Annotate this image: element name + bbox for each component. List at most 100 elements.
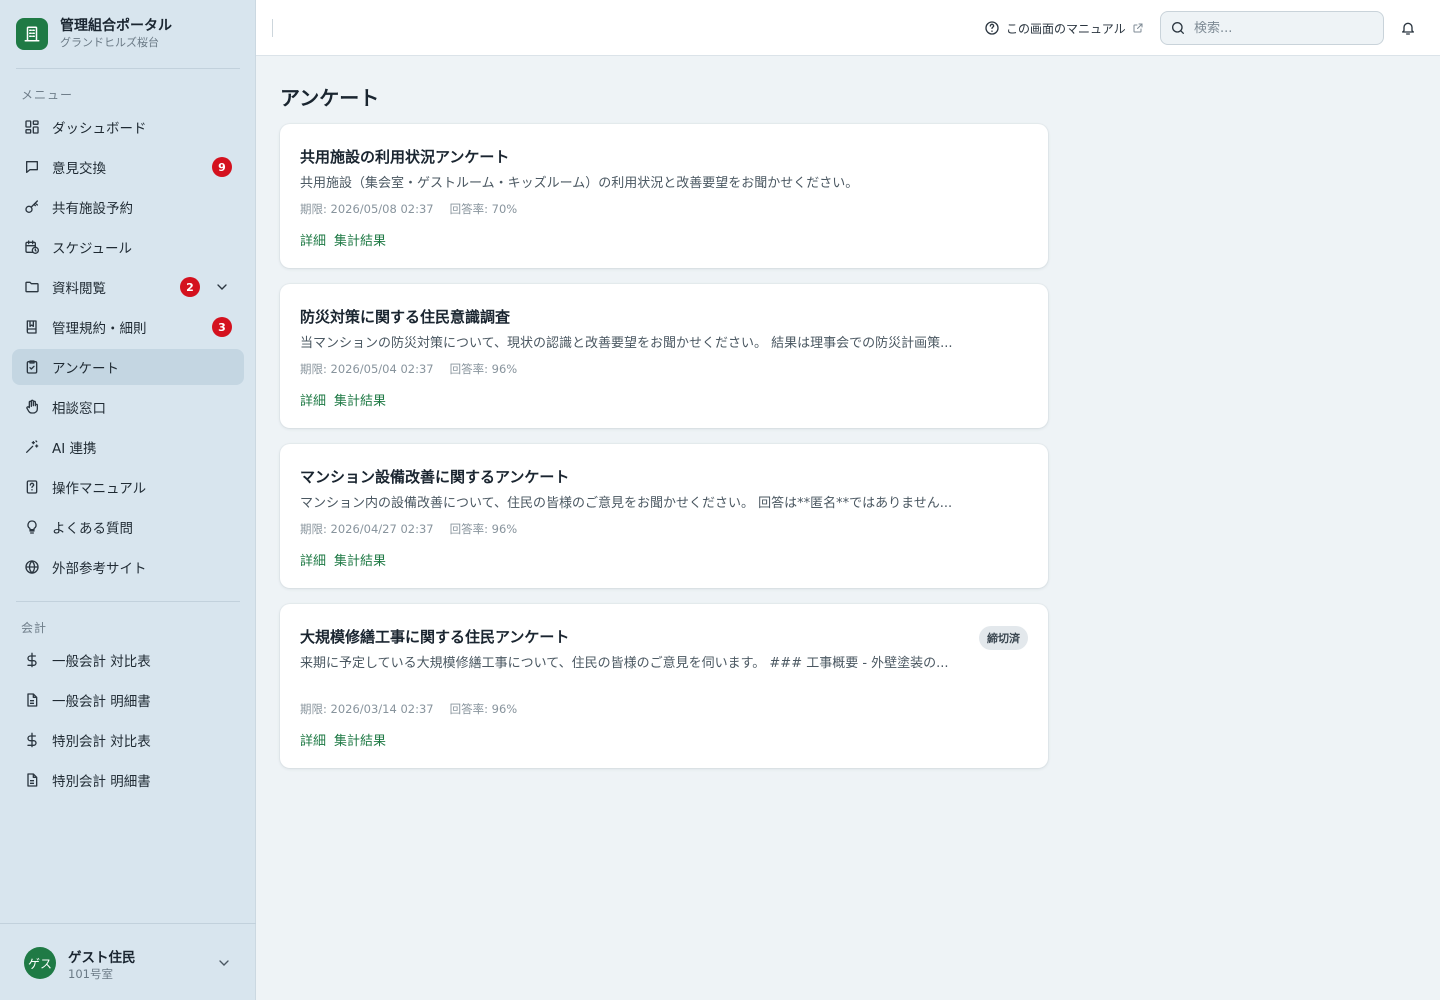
user-menu[interactable]: ゲス ゲスト住民 101号室 — [0, 923, 256, 1000]
building-logo-icon — [16, 18, 48, 50]
brand[interactable]: 管理組合ポータル グランドヒルズ桜台 — [16, 17, 172, 51]
survey-actions: 詳細 集計結果 — [300, 730, 394, 749]
sidebar-item-label: 外部参考サイト — [52, 561, 147, 577]
results-link[interactable]: 集計結果 — [334, 734, 386, 749]
document-icon — [24, 692, 40, 708]
sidebar-item-label: 相談窓口 — [52, 401, 106, 417]
unread-badge: 2 — [180, 277, 200, 297]
survey-deadline: 期限: 2026/05/08 02:37 — [300, 202, 434, 216]
divider — [16, 601, 240, 602]
sidebar-item-label: よくある質問 — [52, 521, 133, 537]
status-badge: 締切済 — [979, 626, 1028, 650]
detail-link[interactable]: 詳細 — [300, 234, 326, 249]
sidebar-item-label: 管理規約・細則 — [52, 321, 147, 337]
sparkle-icon — [24, 439, 40, 455]
results-link[interactable]: 集計結果 — [334, 234, 386, 249]
sidebar-item-general-comparison[interactable]: 一般会計 対比表 — [12, 642, 244, 678]
screen-manual-link[interactable]: この画面のマニュアル — [984, 18, 1144, 38]
survey-meta: 期限: 2026/05/04 02:37 回答率: 96% — [300, 361, 517, 377]
sidebar-item-dashboard[interactable]: ダッシュボード — [12, 109, 244, 145]
sidebar-item-label: ダッシュボード — [52, 121, 147, 137]
detail-link[interactable]: 詳細 — [300, 394, 326, 409]
survey-actions: 詳細 集計結果 — [300, 550, 394, 569]
survey-card: マンション設備改善に関するアンケート マンション内の設備改善について、住民の皆様… — [280, 444, 1048, 588]
unread-badge: 3 — [212, 317, 232, 337]
survey-description: 共用施設（集会室・ゲストルーム・キッズルーム）の利用状況と改善要望をお聞かせくだ… — [300, 176, 859, 191]
sidebar-item-surveys[interactable]: アンケート — [12, 349, 244, 385]
sidebar-item-schedule[interactable]: スケジュール — [12, 229, 244, 265]
book-icon — [24, 319, 40, 335]
survey-title: 共用施設の利用状況アンケート — [300, 148, 510, 166]
sidebar-item-label: 特別会計 対比表 — [52, 734, 151, 750]
survey-card: 防災対策に関する住民意識調査 当マンションの防災対策について、現状の認識と改善要… — [280, 284, 1048, 428]
screen-manual-label: この画面のマニュアル — [1006, 21, 1126, 36]
survey-meta: 期限: 2026/04/27 02:37 回答率: 96% — [300, 521, 517, 537]
survey-meta: 期限: 2026/05/08 02:37 回答率: 70% — [300, 201, 517, 217]
survey-card: 共用施設の利用状況アンケート 共用施設（集会室・ゲストルーム・キッズルーム）の利… — [280, 124, 1048, 268]
sidebar-item-label: 共有施設予約 — [52, 201, 133, 217]
survey-response-rate: 回答率: 96% — [449, 362, 518, 376]
detail-link[interactable]: 詳細 — [300, 554, 326, 569]
sidebar-item-manual[interactable]: 操作マニュアル — [12, 469, 244, 505]
sidebar-item-label: 意見交換 — [52, 161, 106, 177]
clipboard-icon — [24, 359, 40, 375]
survey-description: 来期に予定している大規模修繕工事について、住民の皆様のご意見を伺います。 ###… — [300, 656, 949, 671]
sidebar-item-consultation[interactable]: 相談窓口 — [12, 389, 244, 425]
sidebar-item-opinions[interactable]: 意見交換 9 — [12, 149, 244, 185]
survey-description: マンション内の設備改善について、住民の皆様のご意見をお聞かせください。 回答は*… — [300, 496, 953, 511]
sidebar-item-label: AI 連携 — [52, 441, 97, 457]
sidebar-item-bylaws[interactable]: 管理規約・細則 3 — [12, 309, 244, 345]
sidebar-item-label: 一般会計 対比表 — [52, 654, 151, 670]
chat-icon — [24, 159, 40, 175]
survey-response-rate: 回答率: 96% — [449, 522, 518, 536]
sidebar-item-ai[interactable]: AI 連携 — [12, 429, 244, 465]
survey-deadline: 期限: 2026/03/14 02:37 — [300, 702, 434, 716]
sidebar-item-label: 一般会計 明細書 — [52, 694, 151, 710]
survey-card: 大規模修繕工事に関する住民アンケート 締切済 来期に予定している大規模修繕工事に… — [280, 604, 1048, 768]
survey-response-rate: 回答率: 96% — [449, 702, 518, 716]
sidebar-item-documents[interactable]: 資料閲覧 2 — [12, 269, 244, 305]
sidebar-item-special-comparison[interactable]: 特別会計 対比表 — [12, 722, 244, 758]
sidebar-item-faq[interactable]: よくある質問 — [12, 509, 244, 545]
key-icon — [24, 199, 40, 215]
sidebar-item-general-statement[interactable]: 一般会計 明細書 — [12, 682, 244, 718]
sidebar-item-label: スケジュール — [52, 241, 133, 257]
folder-icon — [24, 279, 40, 295]
sidebar-item-label: アンケート — [52, 361, 119, 377]
globe-icon — [24, 559, 40, 575]
dashboard-icon — [24, 119, 40, 135]
survey-response-rate: 回答率: 70% — [449, 202, 518, 216]
sidebar: 管理組合ポータル グランドヒルズ桜台 メニュー ダッシュボード 意見交換 9 共… — [0, 0, 256, 1000]
results-link[interactable]: 集計結果 — [334, 554, 386, 569]
hand-icon — [24, 399, 40, 415]
unread-badge: 9 — [212, 157, 232, 177]
app-title: 管理組合ポータル — [60, 18, 172, 34]
search-input[interactable] — [1194, 20, 1374, 36]
chevron-down-icon[interactable] — [216, 955, 232, 971]
search-box[interactable] — [1160, 11, 1384, 45]
survey-title: 防災対策に関する住民意識調査 — [300, 308, 511, 326]
search-icon — [1172, 22, 1184, 34]
results-link[interactable]: 集計結果 — [334, 394, 386, 409]
bell-icon[interactable] — [1400, 20, 1416, 36]
user-name: ゲスト住民 — [68, 950, 136, 966]
sidebar-item-facility-booking[interactable]: 共有施設予約 — [12, 189, 244, 225]
survey-meta: 期限: 2026/03/14 02:37 回答率: 96% — [300, 701, 517, 717]
external-link-icon — [1133, 23, 1143, 33]
sidebar-item-special-statement[interactable]: 特別会計 明細書 — [12, 762, 244, 798]
sidebar-item-external-sites[interactable]: 外部参考サイト — [12, 549, 244, 585]
sidebar-item-label: 特別会計 明細書 — [52, 774, 151, 790]
survey-title: マンション設備改善に関するアンケート — [300, 468, 570, 486]
survey-title: 大規模修繕工事に関する住民アンケート — [300, 628, 570, 646]
dollar-icon — [24, 652, 40, 668]
help-circle-icon — [985, 21, 999, 35]
sidebar-item-label: 操作マニュアル — [52, 481, 147, 497]
survey-deadline: 期限: 2026/04/27 02:37 — [300, 522, 434, 536]
manual-icon — [24, 479, 40, 495]
dollar-icon — [24, 732, 40, 748]
survey-actions: 詳細 集計結果 — [300, 390, 394, 409]
survey-actions: 詳細 集計結果 — [300, 230, 394, 249]
detail-link[interactable]: 詳細 — [300, 734, 326, 749]
user-room: 101号室 — [68, 967, 113, 981]
chevron-down-icon[interactable] — [214, 279, 230, 295]
